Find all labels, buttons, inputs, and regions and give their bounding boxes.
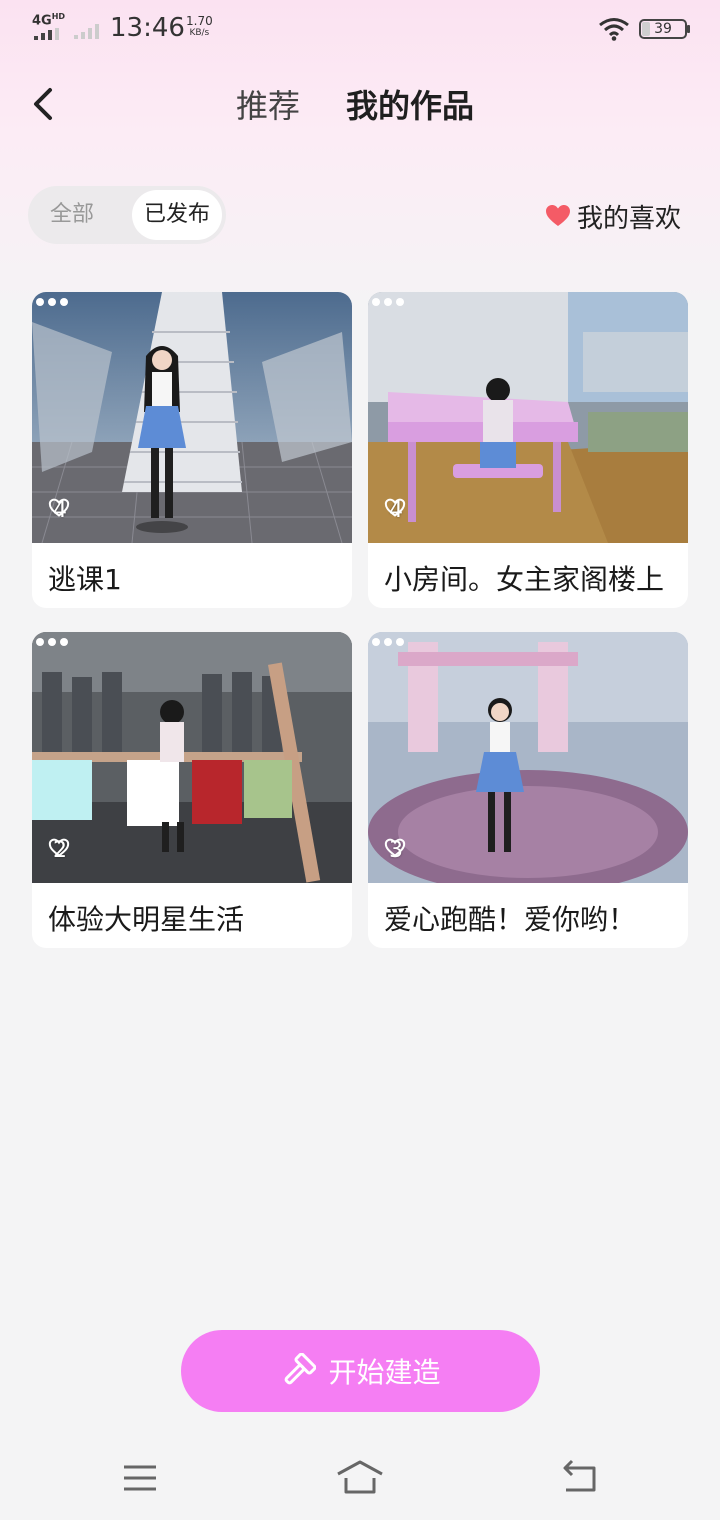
nav-back-button[interactable] (556, 1456, 604, 1500)
work-card[interactable]: 4 小房间。女主家阁楼上 (368, 292, 688, 608)
heart-outline-icon (384, 498, 406, 517)
nav-menu-button[interactable] (116, 1456, 164, 1500)
like-counter: 4 (384, 498, 406, 523)
work-title: 小房间。女主家阁楼上 (384, 563, 665, 596)
more-icon[interactable] (32, 632, 72, 652)
start-building-button[interactable]: 开始建造 (181, 1330, 540, 1412)
signal-2-icon (74, 24, 99, 39)
heart-icon (546, 205, 570, 226)
filter-all[interactable]: 全部 (50, 200, 94, 230)
home-icon (337, 1460, 383, 1494)
back-icon (34, 88, 52, 120)
work-card[interactable]: 2 体验大明星生活 (32, 632, 352, 948)
back-button[interactable] (26, 82, 66, 126)
like-counter: 4 (48, 498, 70, 523)
work-thumbnail[interactable]: 3 (368, 632, 688, 883)
more-icon[interactable] (368, 632, 408, 652)
network-indicator: 4GHD (32, 12, 66, 29)
work-thumbnail[interactable]: 4 (368, 292, 688, 543)
work-title: 爱心跑酷！爱你哟！ (384, 903, 637, 936)
menu-icon (124, 1465, 156, 1491)
more-icon[interactable] (32, 292, 72, 312)
work-thumbnail[interactable]: 4 (32, 292, 352, 543)
start-building-label: 开始建造 (328, 1356, 441, 1389)
hammer-icon (285, 1353, 317, 1385)
battery-indicator: 39 (639, 19, 687, 39)
my-likes-link[interactable]: 我的喜欢 (545, 196, 681, 236)
heart-outline-icon (384, 838, 406, 857)
nav-home-button[interactable] (336, 1456, 384, 1500)
work-thumbnail[interactable]: 2 (32, 632, 352, 883)
work-card[interactable]: 4 逃课1 (32, 292, 352, 608)
network-speed: 1.70 KB/s (186, 14, 213, 38)
like-counter: 3 (384, 838, 406, 863)
battery-fill (642, 22, 650, 36)
heart-outline-icon (48, 838, 70, 857)
status-bar: 4GHD 13:46 1.70 KB/s 39 (0, 0, 720, 56)
like-counter: 2 (48, 838, 70, 863)
heart-outline-icon (48, 498, 70, 517)
battery-cap (687, 25, 690, 33)
return-icon (563, 1459, 596, 1492)
work-title: 逃课1 (48, 563, 122, 596)
clock: 13:46 (110, 13, 185, 43)
tab-my-works[interactable]: 我的作品 (346, 86, 474, 126)
work-card[interactable]: 3 爱心跑酷！爱你哟！ (368, 632, 688, 948)
my-likes-label: 我的喜欢 (577, 203, 682, 234)
tab-recommend[interactable]: 推荐 (236, 86, 300, 126)
filter-toggle: 全部 已发布 (28, 186, 226, 244)
filter-published[interactable]: 已发布 (132, 190, 222, 240)
work-title: 体验大明星生活 (48, 903, 245, 936)
signal-icon (34, 28, 59, 40)
more-icon[interactable] (368, 292, 408, 312)
wifi-icon (599, 18, 629, 41)
